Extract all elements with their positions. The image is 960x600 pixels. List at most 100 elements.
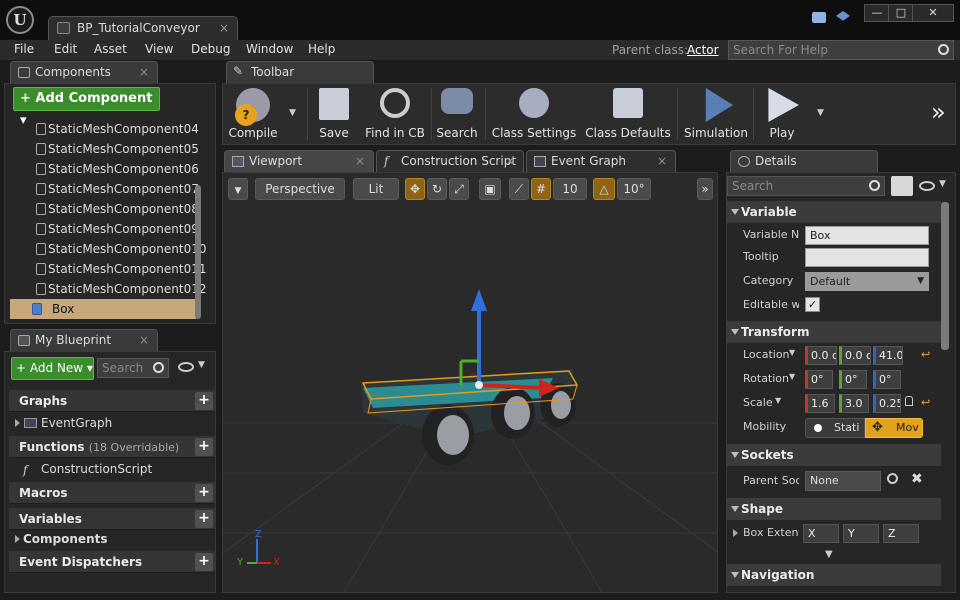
property-matrix-icon[interactable] — [891, 176, 913, 196]
components-category[interactable]: Components — [9, 529, 215, 549]
scale-y-field[interactable]: 3.0 — [839, 394, 869, 413]
add-macro-button[interactable]: + — [195, 484, 213, 502]
chat-icon[interactable] — [812, 12, 826, 23]
rotation-y-field[interactable]: 0° — [839, 370, 867, 389]
class-defaults-button[interactable]: Class Defaults — [585, 84, 671, 144]
chevron-down-icon[interactable]: ▼ — [789, 372, 795, 381]
rotation-snap-value[interactable]: 10° — [617, 178, 651, 200]
play-options-chevron-icon[interactable]: ▼ — [817, 108, 824, 118]
close-construction-script-icon[interactable]: × — [505, 151, 515, 171]
save-button[interactable]: Save — [313, 84, 355, 144]
variables-section[interactable]: Variables + — [9, 508, 215, 530]
close-my-blueprint-icon[interactable]: × — [139, 330, 149, 350]
compile-options-chevron-icon[interactable]: ▼ — [289, 108, 296, 118]
reset-location-icon[interactable]: ↩ — [921, 348, 930, 361]
lit-button[interactable]: Lit — [353, 178, 399, 200]
maximize-button[interactable]: □ — [888, 4, 914, 22]
close-window-button[interactable]: ✕ — [912, 4, 954, 22]
class-settings-button[interactable]: Class Settings — [491, 84, 577, 144]
box-extent-y-field[interactable]: Y — [843, 524, 879, 543]
box-extent-x-field[interactable]: X — [803, 524, 839, 543]
transform-section[interactable]: Transform — [727, 321, 941, 343]
details-search-input[interactable]: Search — [727, 176, 885, 196]
box-extent-z-field[interactable]: Z — [883, 524, 919, 543]
scale-mode-button[interactable]: ⤢ — [449, 178, 469, 200]
play-button[interactable]: Play — [759, 84, 805, 144]
navigation-section[interactable]: Navigation — [727, 564, 941, 586]
search-icon[interactable] — [887, 473, 898, 484]
component-tree-item[interactable]: StaticMeshComponent010 — [10, 239, 206, 259]
variable-section[interactable]: Variable — [727, 201, 941, 223]
advanced-expand-icon[interactable]: ▼ — [825, 549, 833, 560]
rotation-x-field[interactable]: 0° — [805, 370, 833, 389]
tab-event-graph[interactable]: Event Graph × — [526, 150, 676, 172]
components-scrollbar[interactable] — [195, 185, 201, 319]
close-tab-icon[interactable]: × — [219, 17, 229, 39]
menu-window[interactable]: Window — [246, 42, 293, 56]
add-new-button[interactable]: + Add New ▾ — [11, 357, 94, 380]
variable-name-field[interactable]: Box — [805, 226, 929, 245]
tooltip-field[interactable] — [805, 248, 929, 267]
component-tree-item[interactable]: StaticMeshComponent05 — [10, 139, 199, 159]
graphs-section[interactable]: Graphs + — [9, 390, 215, 412]
close-viewport-icon[interactable]: × — [355, 151, 365, 171]
menu-help[interactable]: Help — [308, 42, 335, 56]
component-tree-item[interactable]: StaticMeshComponent08 — [10, 199, 199, 219]
location-y-field[interactable]: 0.0 c — [839, 346, 871, 365]
component-tree-item[interactable]: StaticMeshComponent011 — [10, 259, 206, 279]
translate-mode-button[interactable]: ✥ — [405, 178, 425, 200]
add-event-dispatcher-button[interactable]: + — [195, 553, 213, 571]
rotation-snap-toggle[interactable]: △ — [593, 178, 615, 200]
find-in-cb-button[interactable]: Find in CB — [363, 84, 427, 144]
expand-arrow-icon[interactable] — [733, 529, 738, 537]
close-components-icon[interactable]: × — [139, 62, 149, 82]
sockets-section[interactable]: Sockets — [727, 444, 941, 466]
reset-scale-icon[interactable]: ↩ — [921, 396, 930, 409]
editable-checkbox[interactable]: ✓ — [805, 297, 820, 312]
menu-file[interactable]: File — [14, 42, 34, 56]
toolbar-overflow-icon[interactable]: » — [931, 98, 946, 126]
viewport-options-button[interactable]: ▼ — [228, 178, 248, 200]
minimize-button[interactable]: — — [864, 4, 890, 22]
eye-icon[interactable] — [178, 362, 194, 372]
scale-x-field[interactable]: 1.6 — [805, 394, 835, 413]
location-x-field[interactable]: 0.0 c — [805, 346, 837, 365]
my-blueprint-tab[interactable]: My Blueprint × — [10, 329, 158, 351]
event-graph-item[interactable]: EventGraph — [9, 413, 215, 433]
component-tree-item[interactable]: StaticMeshComponent09 — [10, 219, 199, 239]
surface-snap-button[interactable]: ⟋ — [509, 178, 529, 200]
component-tree-item[interactable]: StaticMeshComponent012 — [10, 279, 206, 299]
component-tree-item-selected[interactable]: Box — [10, 299, 196, 319]
mobility-static-button[interactable]: Stati — [805, 418, 865, 438]
toolbar-tab[interactable]: ✎ Toolbar — [226, 61, 374, 83]
perspective-button[interactable]: Perspective — [255, 178, 345, 200]
viewport-area[interactable]: Z X Y ▼ Perspective Lit ✥ ↻ ⤢ ▣ ⟋ # 10 △… — [222, 172, 718, 593]
construction-script-item[interactable]: f ConstructionScript — [9, 459, 215, 479]
add-variable-button[interactable]: + — [195, 510, 213, 528]
details-tab[interactable]: Details — [730, 150, 878, 172]
tab-construction-script[interactable]: f Construction Script × — [376, 150, 524, 172]
chevron-down-icon[interactable]: ▼ — [939, 179, 946, 189]
mobility-movable-button[interactable]: ✥ Mov — [865, 418, 923, 438]
world-local-button[interactable]: ▣ — [479, 178, 501, 200]
parent-socket-field[interactable]: None — [805, 471, 881, 491]
rotate-mode-button[interactable]: ↻ — [427, 178, 447, 200]
component-tree-item[interactable]: StaticMeshComponent07 — [10, 179, 199, 199]
viewport-expand-button[interactable]: » — [697, 178, 713, 200]
tab-viewport[interactable]: Viewport × — [224, 150, 374, 172]
document-tab[interactable]: BP_TutorialConveyor × — [48, 16, 238, 40]
learn-icon[interactable] — [836, 11, 850, 21]
menu-debug[interactable]: Debug — [191, 42, 230, 56]
scale-z-field[interactable]: 0.25 — [873, 394, 901, 413]
close-event-graph-icon[interactable]: × — [657, 151, 667, 171]
shape-section[interactable]: Shape — [727, 498, 941, 520]
add-graph-button[interactable]: + — [195, 392, 213, 410]
grid-snap-toggle[interactable]: # — [531, 178, 551, 200]
chevron-down-icon[interactable]: ▼ — [789, 348, 795, 357]
menu-view[interactable]: View — [145, 42, 173, 56]
parent-class-link[interactable]: Actor — [687, 43, 719, 57]
search-button[interactable]: Search — [435, 84, 479, 144]
location-z-field[interactable]: 41.0 — [873, 346, 903, 365]
functions-section[interactable]: Functions (18 Overridable) + — [9, 436, 215, 458]
rotation-z-field[interactable]: 0° — [873, 370, 901, 389]
